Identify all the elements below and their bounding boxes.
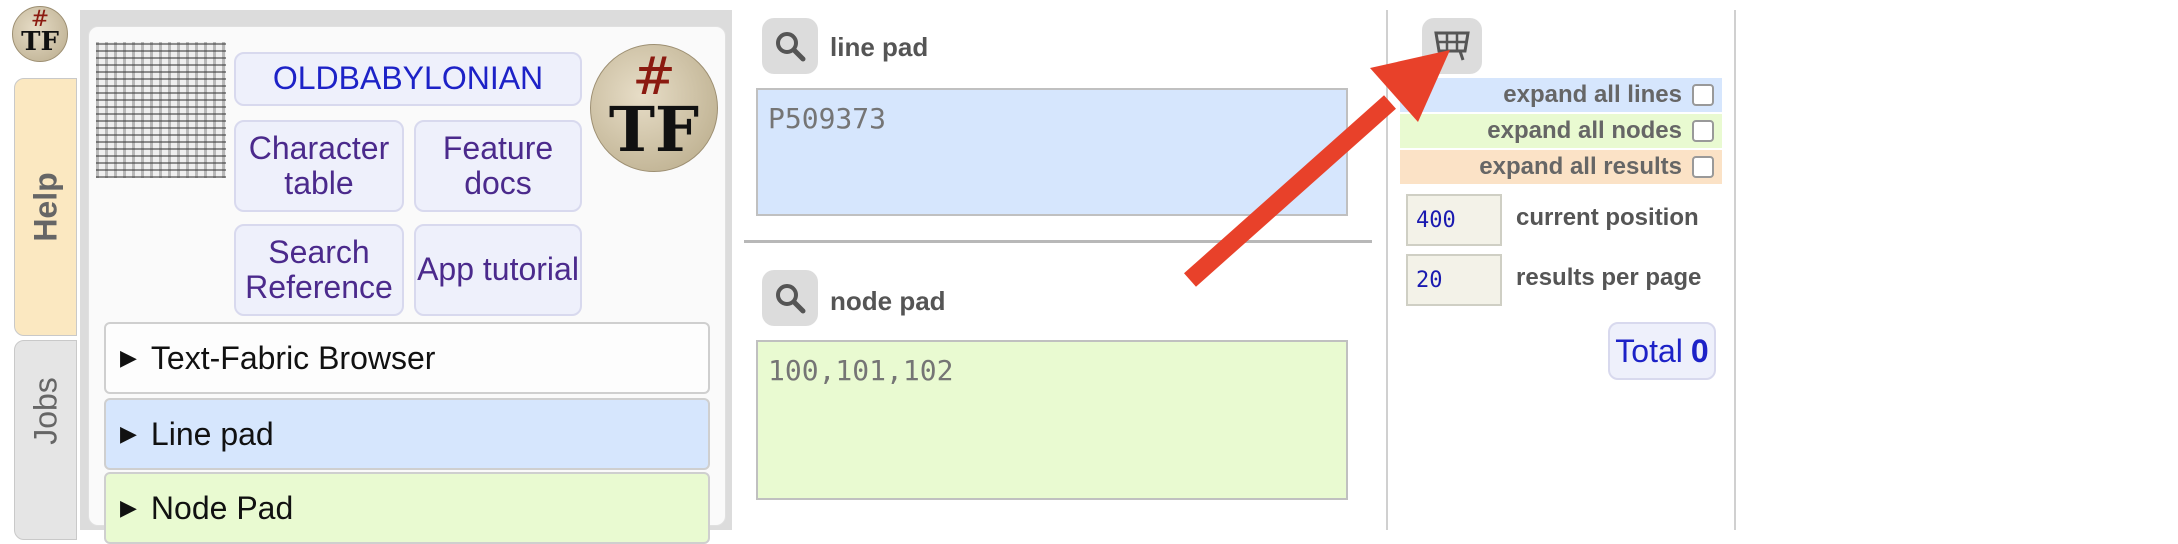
tab-jobs[interactable]: Jobs bbox=[14, 340, 77, 540]
logo-text: TF bbox=[21, 27, 59, 57]
results-per-page-label: results per page bbox=[1516, 264, 1702, 291]
section-line-pad[interactable]: ▶ Line pad bbox=[104, 398, 710, 470]
disclosure-triangle-icon: ▶ bbox=[120, 421, 137, 446]
tab-jobs-label: Jobs bbox=[27, 377, 63, 445]
logo-text: TF bbox=[608, 93, 700, 166]
disclosure-triangle-icon: ▶ bbox=[120, 495, 137, 520]
expand-lines-checkbox[interactable] bbox=[1692, 84, 1714, 106]
line-pad-label: line pad bbox=[830, 32, 929, 62]
section-text-fabric-browser[interactable]: ▶ Text-Fabric Browser bbox=[104, 322, 710, 394]
current-position-label: current position bbox=[1516, 204, 1699, 231]
feature-docs-button[interactable]: Feature docs bbox=[414, 120, 582, 212]
corpus-button[interactable]: OLDBABYLONIAN bbox=[234, 52, 582, 106]
expand-results-checkbox[interactable] bbox=[1692, 156, 1714, 178]
expand-lines-label: expand all lines bbox=[1503, 81, 1682, 108]
tf-logo-small[interactable]: # TF bbox=[12, 6, 68, 62]
total-badge[interactable]: Total 0 bbox=[1608, 322, 1716, 380]
tab-help[interactable]: Help bbox=[14, 78, 77, 336]
expand-results-label: expand all results bbox=[1479, 153, 1682, 180]
search-icon bbox=[776, 284, 806, 314]
search-icon bbox=[776, 32, 806, 62]
tablet-thumbnail bbox=[96, 42, 226, 178]
node-search-button[interactable] bbox=[762, 270, 818, 326]
character-table-button[interactable]: Character table bbox=[234, 120, 404, 212]
annotation-arrow bbox=[1184, 50, 1450, 287]
total-count: 0 bbox=[1690, 332, 1709, 369]
tf-logo-large[interactable]: # TF bbox=[590, 44, 718, 172]
node-pad-label: node pad bbox=[830, 286, 946, 316]
expand-nodes-label: expand all nodes bbox=[1487, 117, 1682, 144]
disclosure-triangle-icon: ▶ bbox=[120, 345, 137, 370]
section-label: Text-Fabric Browser bbox=[150, 339, 436, 376]
section-label: Node Pad bbox=[150, 489, 294, 526]
expand-nodes-checkbox[interactable] bbox=[1692, 120, 1714, 142]
line-search-button[interactable] bbox=[762, 18, 818, 74]
tab-help-label: Help bbox=[27, 172, 63, 242]
search-reference-button[interactable]: Search Reference bbox=[234, 224, 404, 316]
total-label: Total bbox=[1615, 332, 1683, 369]
node-pad-input[interactable] bbox=[756, 340, 1348, 500]
section-label: Line pad bbox=[150, 415, 274, 452]
column-separator bbox=[1734, 10, 1736, 530]
section-node-pad[interactable]: ▶ Node Pad bbox=[104, 472, 710, 544]
app-tutorial-button[interactable]: App tutorial bbox=[414, 224, 582, 316]
